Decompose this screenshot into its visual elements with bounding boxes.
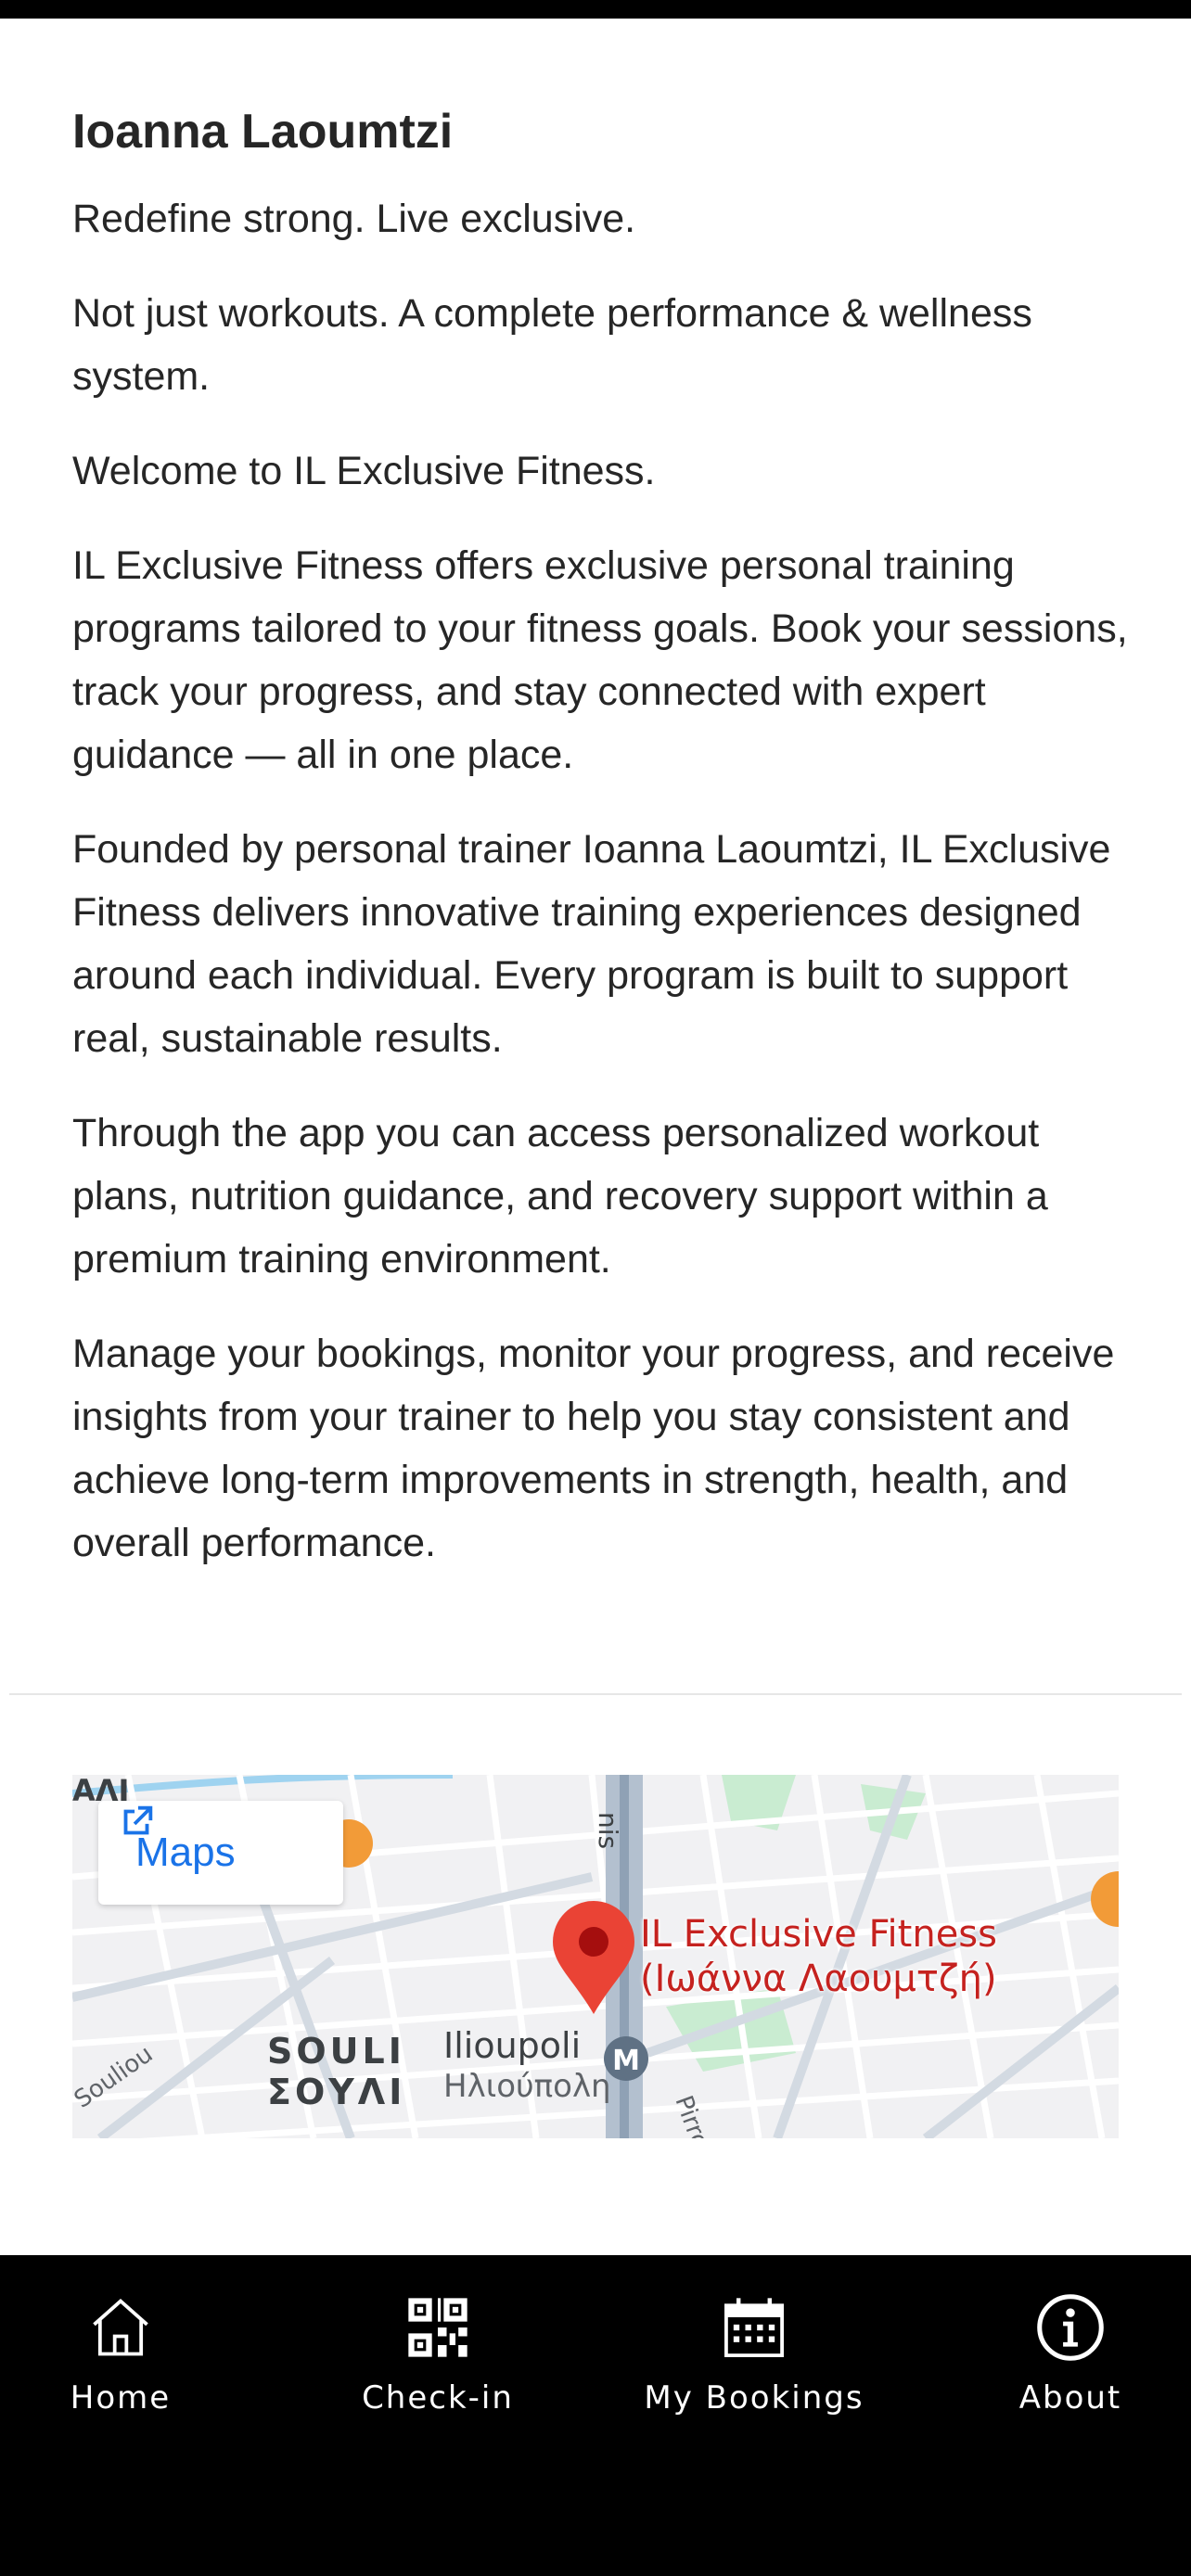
place-name-label[interactable]: IL Exclusive Fitness (Ιωάννα Λαουμτζή) <box>640 1912 997 2001</box>
qr-code-icon <box>408 2298 467 2357</box>
metro-badge: M <box>612 2045 640 2077</box>
welcome-paragraph: Welcome to IL Exclusive Fitness. <box>72 449 656 493</box>
info-icon <box>1037 2294 1104 2361</box>
nav-item-about[interactable]: About <box>931 2292 1191 2417</box>
tagline: Redefine strong. Live exclusive. <box>72 197 636 241</box>
page-title: Ioanna Laoumtzi <box>72 105 454 159</box>
external-link-icon <box>123 1805 153 1835</box>
manage-paragraph: Manage your bookings, monitor your progr… <box>72 1332 1115 1565</box>
subtitle-paragraph: Not just workouts. A complete performanc… <box>72 291 1032 399</box>
status-bar-strip <box>0 0 1191 19</box>
founder-paragraph: Founded by personal trainer Ioanna Laoum… <box>72 827 1111 1061</box>
calendar-icon <box>724 2298 784 2357</box>
nav-item-home[interactable]: Home <box>0 2292 260 2417</box>
nav-item-my-bookings[interactable]: My Bookings <box>615 2292 893 2417</box>
open-in-maps-button[interactable]: Maps <box>98 1801 343 1905</box>
section-divider <box>9 1693 1182 1695</box>
district-label: SOULI ΣΟΥΛΙ <box>267 2031 406 2112</box>
description-paragraph: IL Exclusive Fitness offers exclusive pe… <box>72 543 1128 777</box>
about-content: Ioanna Laoumtzi Redefine strong. Live ex… <box>72 95 1130 1606</box>
station-label: Ilioupoli Ηλιούπολη <box>443 2025 611 2105</box>
features-paragraph: Through the app you can access personali… <box>72 1111 1048 1282</box>
street-label-nis: nis <box>593 1812 623 1849</box>
nav-item-check-in[interactable]: Check-in <box>299 2292 577 2417</box>
home-icon <box>93 2298 148 2356</box>
location-map[interactable]: M nis Souliou Pirro ΑΛΙ Maps IL Exclusiv… <box>72 1775 1119 2138</box>
bottom-navigation: Home Check-in My Bookings About <box>0 2255 1191 2576</box>
